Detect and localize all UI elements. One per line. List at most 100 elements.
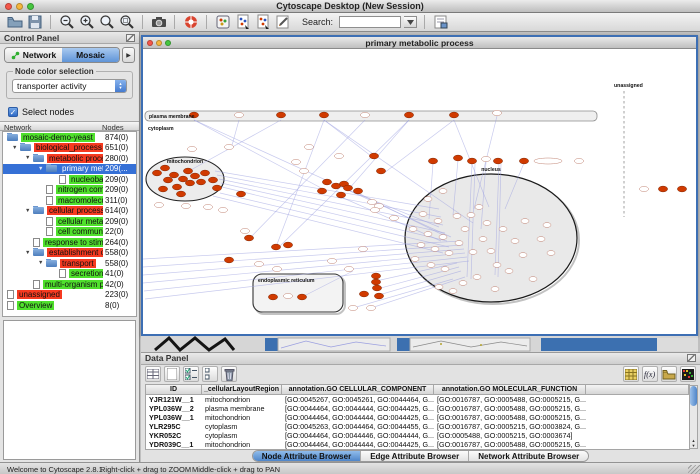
expander-icon[interactable]: ▼: [38, 260, 46, 266]
table-row[interactable]: YKR052Ccytoplasm[GO:0044464, GO:0044446,…: [146, 431, 689, 440]
network-node[interactable]: [212, 185, 221, 191]
network-node[interactable]: [424, 232, 432, 237]
tree-row[interactable]: ▼cellular process614(0): [3, 206, 136, 217]
network-node[interactable]: [455, 241, 463, 246]
background-windows-strip[interactable]: [141, 336, 698, 352]
delete-attribute-icon[interactable]: [221, 366, 237, 382]
table-row[interactable]: YDR039C__1mitochondrion[GO:0044464, GO:0…: [146, 440, 689, 449]
network-node[interactable]: [543, 223, 551, 228]
network-node[interactable]: [235, 112, 244, 117]
network-node[interactable]: [499, 227, 507, 232]
open-button[interactable]: [6, 14, 23, 31]
select-attributes-icon[interactable]: [183, 366, 199, 382]
zoom-fit-icon[interactable]: [98, 14, 115, 31]
tree-row[interactable]: ▼metabolic process280(0): [3, 153, 136, 164]
network-node[interactable]: [505, 269, 513, 274]
tab-mosaic[interactable]: Mosaic: [62, 48, 119, 62]
network-node[interactable]: [453, 214, 461, 219]
tree-row[interactable]: nitrogen compo209(0): [3, 185, 136, 196]
zoom-in-icon[interactable]: [78, 14, 95, 31]
network-node[interactable]: [511, 239, 519, 244]
network-node[interactable]: [361, 112, 370, 117]
network-node[interactable]: [453, 155, 462, 161]
tree-row[interactable]: multi-organism pro42(0): [3, 279, 136, 290]
network-node[interactable]: [343, 185, 352, 191]
network-node[interactable]: [236, 191, 245, 197]
import-network-icon[interactable]: [234, 14, 251, 31]
tree-row[interactable]: Overview8(0): [3, 300, 136, 311]
network-node[interactable]: [479, 237, 487, 242]
network-node[interactable]: [371, 279, 380, 285]
zoom-out-icon[interactable]: [58, 14, 75, 31]
float-panel-icon[interactable]: [687, 354, 696, 362]
tab-network[interactable]: Network: [5, 48, 62, 62]
network-node[interactable]: [537, 237, 545, 242]
table-column-header[interactable]: ID: [146, 385, 202, 395]
float-panel-icon[interactable]: [126, 34, 135, 42]
network-node[interactable]: [335, 153, 344, 158]
network-node[interactable]: [176, 191, 185, 197]
network-node[interactable]: [241, 228, 250, 233]
network-node[interactable]: [188, 146, 197, 151]
overview-icon[interactable]: [214, 14, 231, 31]
network-node[interactable]: [449, 289, 457, 294]
import-network-table-icon[interactable]: [254, 14, 271, 31]
network-node[interactable]: [491, 287, 499, 292]
network-node[interactable]: [283, 242, 292, 248]
region-plasma-membrane[interactable]: [145, 111, 597, 121]
network-node[interactable]: [368, 199, 377, 204]
network-node[interactable]: [273, 266, 282, 271]
network-node[interactable]: [519, 253, 527, 258]
expander-icon[interactable]: ▼: [25, 208, 33, 214]
network-node[interactable]: [487, 249, 495, 254]
network-node[interactable]: [409, 227, 417, 232]
tree-row[interactable]: cell communicat22(0): [3, 227, 136, 238]
network-node[interactable]: [427, 263, 435, 268]
network-node[interactable]: [190, 173, 199, 179]
attribute-matrix-icon[interactable]: [623, 366, 639, 382]
network-node[interactable]: [493, 158, 502, 164]
network-node[interactable]: [255, 261, 264, 266]
network-node[interactable]: [328, 258, 337, 263]
table-row[interactable]: YPL036W__1mitochondrion[GO:0044464, GO:0…: [146, 413, 689, 422]
tree-row[interactable]: ▼biological_process651(0): [3, 143, 136, 154]
network-node[interactable]: [640, 186, 649, 191]
network-node[interactable]: [268, 294, 277, 300]
network-node[interactable]: [439, 235, 447, 240]
attribute-editor-icon[interactable]: [432, 14, 449, 31]
network-node[interactable]: [475, 205, 483, 210]
network-node[interactable]: [534, 158, 562, 164]
network-node[interactable]: [521, 219, 529, 224]
network-window-titlebar[interactable]: primary metabolic process: [143, 37, 696, 49]
network-node[interactable]: [390, 215, 399, 220]
expander-icon[interactable]: ▼: [25, 250, 33, 256]
attribute-table[interactable]: ID_cellularLayoutRegionannotation.GO CEL…: [145, 384, 690, 450]
network-node[interactable]: [461, 227, 469, 232]
network-node[interactable]: [349, 305, 358, 310]
window-resize-grip[interactable]: [688, 465, 700, 474]
network-node[interactable]: [322, 179, 331, 185]
help-icon[interactable]: [182, 14, 199, 31]
network-node[interactable]: [473, 275, 481, 280]
expander-icon[interactable]: ▼: [12, 145, 20, 151]
tree-row[interactable]: mosaic-demo-yeast874(0): [3, 132, 136, 143]
network-node[interactable]: [374, 293, 383, 299]
network-node[interactable]: [493, 263, 501, 268]
table-row[interactable]: YPL036W__2plasma membrane[GO:0044464, GO…: [146, 404, 689, 413]
network-node[interactable]: [435, 285, 443, 290]
network-node[interactable]: [317, 188, 326, 194]
network-node[interactable]: [169, 172, 178, 178]
network-node[interactable]: [677, 186, 686, 192]
network-node[interactable]: [371, 273, 380, 279]
network-node[interactable]: [359, 246, 368, 251]
network-node[interactable]: [158, 186, 167, 192]
expander-icon[interactable]: ▼: [25, 155, 33, 161]
tree-row[interactable]: ▼primary metabo209(...: [3, 164, 136, 175]
network-node[interactable]: [376, 168, 385, 174]
network-node[interactable]: [276, 112, 285, 118]
save-button[interactable]: [26, 14, 43, 31]
network-node[interactable]: [493, 110, 502, 115]
network-node[interactable]: [424, 197, 432, 202]
more-tabs-arrow[interactable]: ▶: [122, 47, 135, 63]
tree-row[interactable]: response to stimul264(0): [3, 237, 136, 248]
